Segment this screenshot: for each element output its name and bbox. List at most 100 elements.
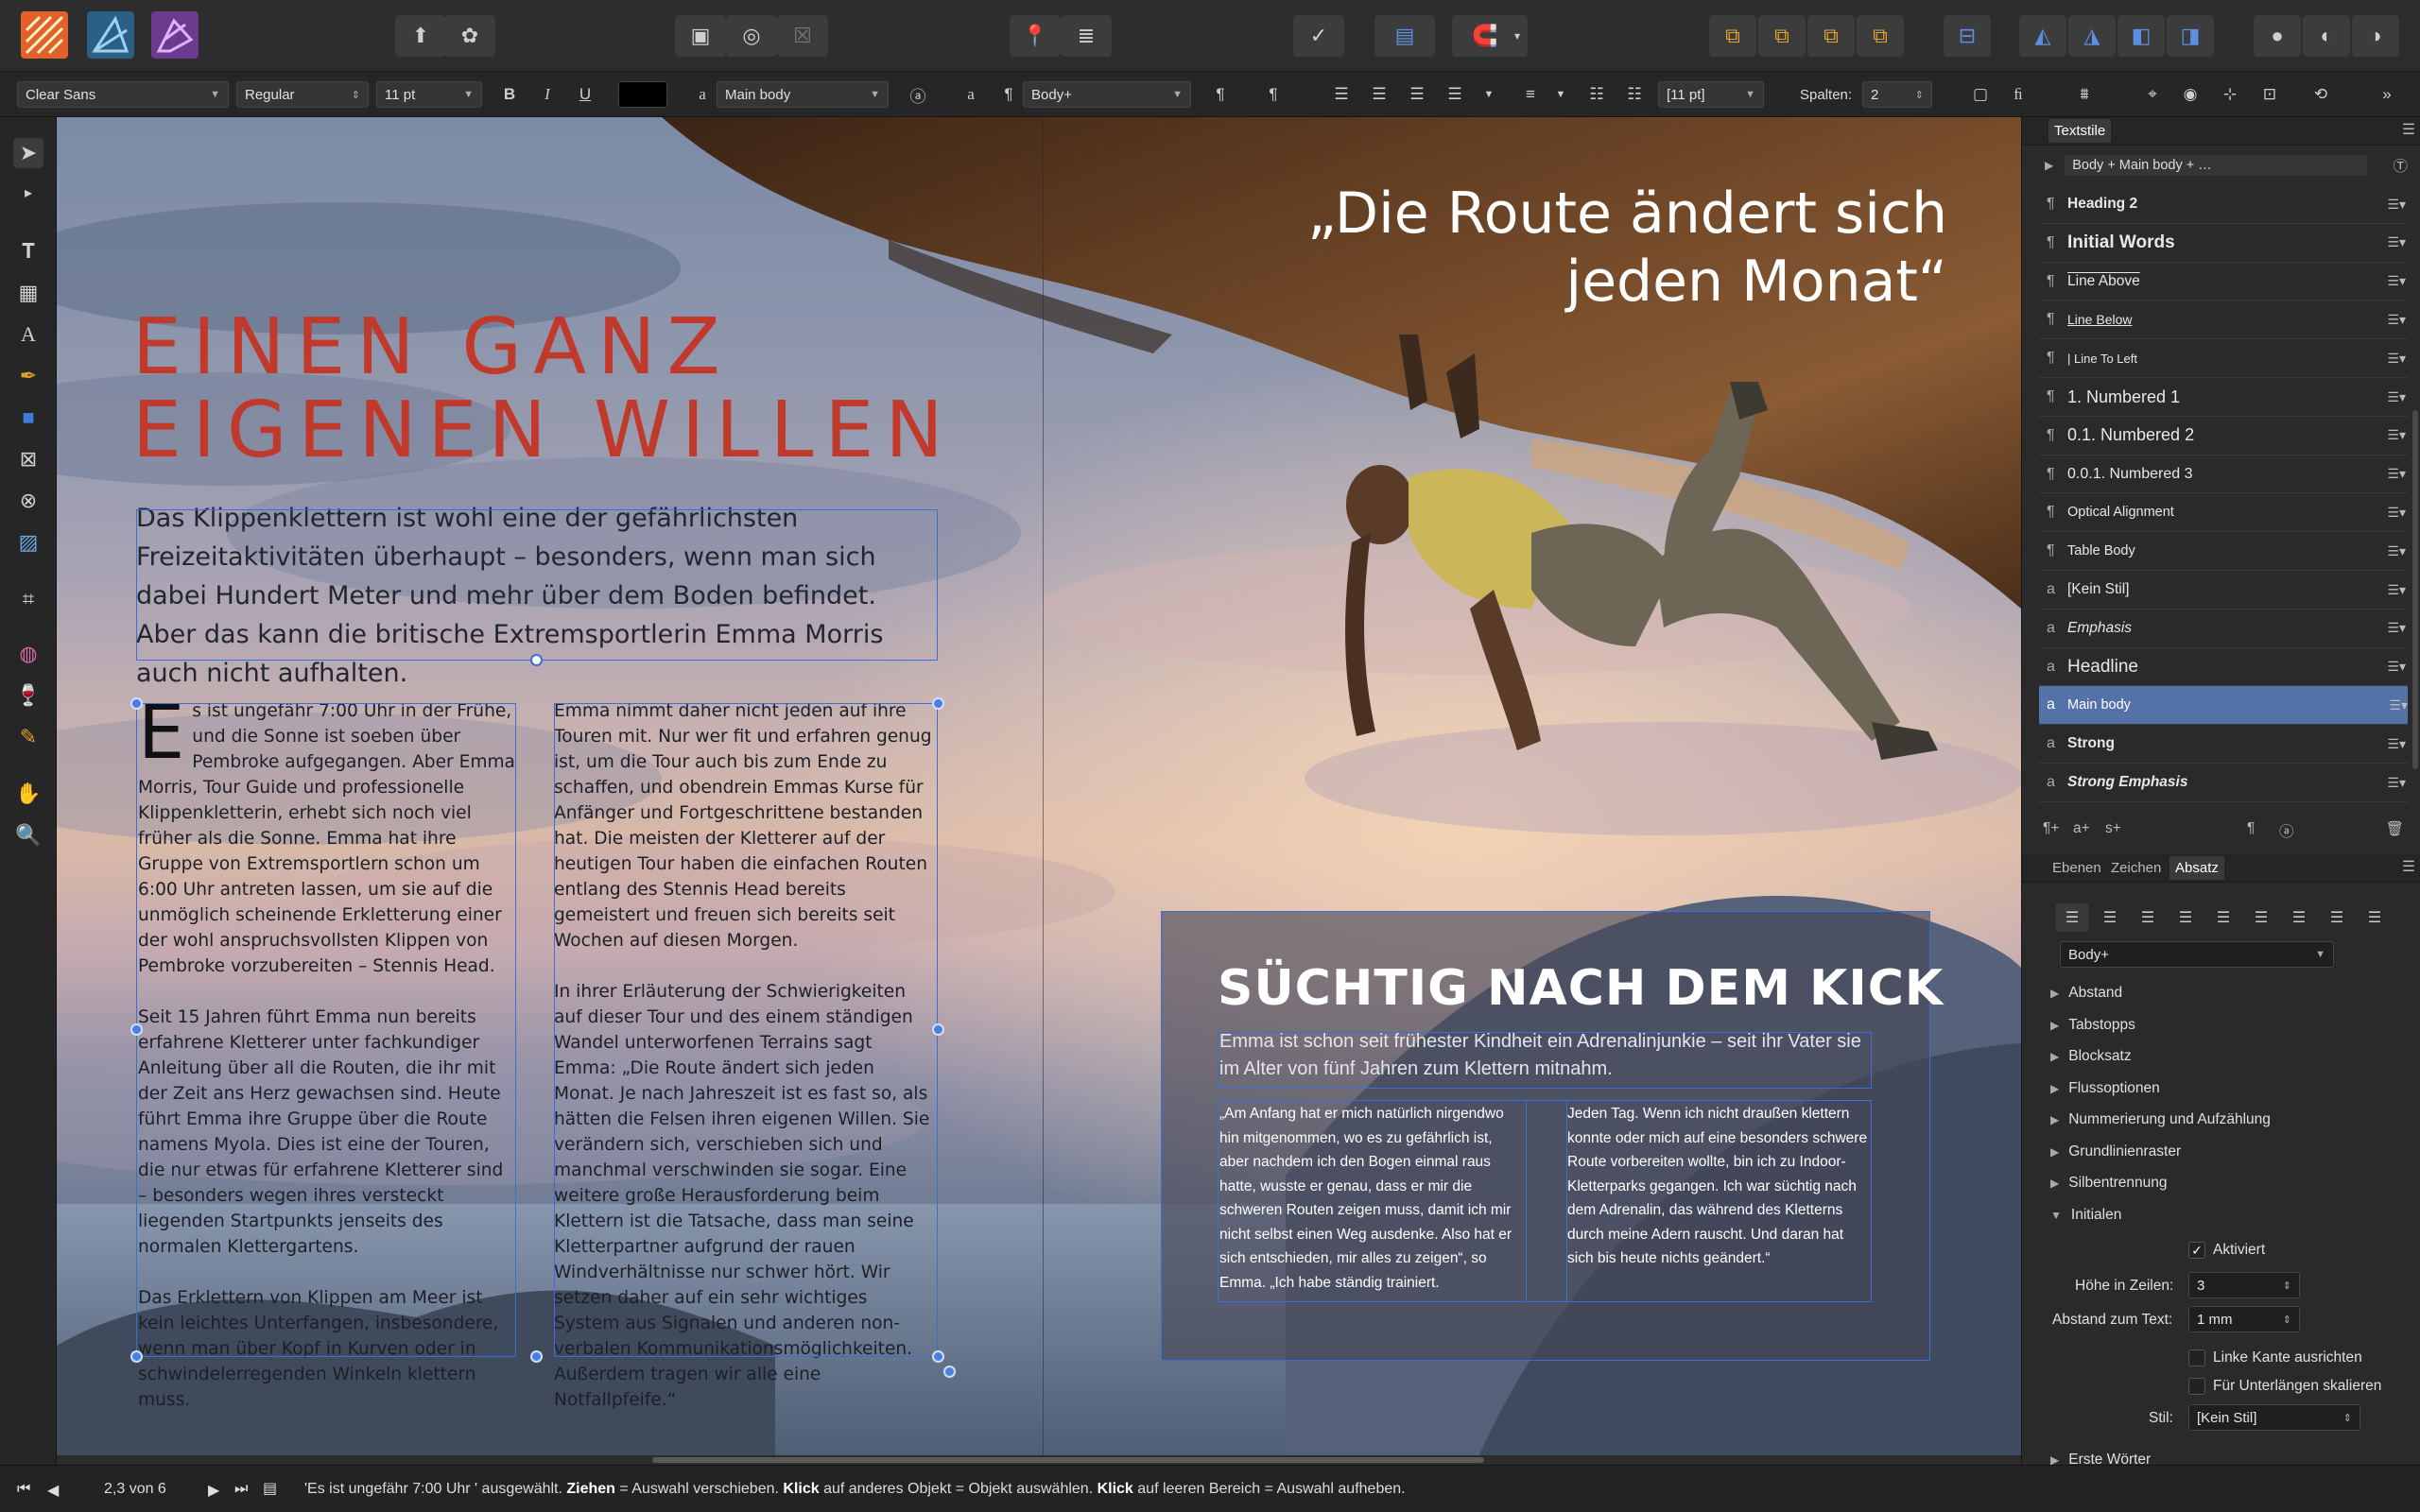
section-row[interactable]: ▶ Blocksatz xyxy=(2050,1048,2132,1065)
rotate-left-button[interactable]: ◧ xyxy=(2118,15,2165,57)
rotate-icon[interactable]: ⟲ xyxy=(2307,81,2335,108)
style-row[interactable]: ¶ | Line To Left ☰▾ xyxy=(2047,339,2406,377)
next-page-button[interactable]: ▶ xyxy=(208,1481,219,1500)
paragraph-style-dropdown[interactable]: Body+ ▼ xyxy=(2060,941,2334,968)
section-row[interactable]: ▶ Abstand xyxy=(2050,985,2122,1002)
text-style-icon[interactable]: Ⓣ xyxy=(2393,155,2408,176)
resize-handle[interactable] xyxy=(932,697,944,710)
resize-handle[interactable] xyxy=(932,1023,944,1036)
lead-text-frame[interactable] xyxy=(136,509,938,661)
view-mode-button[interactable]: ▣ xyxy=(675,15,726,57)
pull-quote[interactable]: „Die Route ändert sich jeden Monat“ xyxy=(1286,180,1947,316)
align-spine-button[interactable]: ☰ xyxy=(2321,903,2353,932)
section-row[interactable]: ▶ Silbentrennung xyxy=(2050,1175,2168,1192)
apply-char-style-button[interactable]: ⓐ xyxy=(904,81,932,108)
preview-button[interactable]: ◎ xyxy=(726,15,777,57)
prev-page-button[interactable]: ◀ xyxy=(47,1481,59,1500)
hand-tool-icon[interactable]: ✋ xyxy=(13,779,43,809)
font-family-select[interactable]: Clear Sans ▼ xyxy=(17,81,229,108)
style-row[interactable]: ¶ 1. Numbered 1 ☰▾ xyxy=(2047,378,2406,416)
new-para-style-icon[interactable]: ¶+ xyxy=(2043,820,2059,837)
document-canvas[interactable]: EINEN GANZ EIGENEN WILLEN Das Klippenkle… xyxy=(57,117,2021,1465)
style-row[interactable]: ¶ 0.0.1. Numbered 3 ☰▾ xyxy=(2047,455,2406,493)
publisher-persona-icon[interactable] xyxy=(21,11,68,59)
align-center-button[interactable]: ☰ xyxy=(2094,903,2126,932)
pages-icon[interactable]: ▤ xyxy=(263,1479,277,1498)
boolean-subtract-button[interactable]: ◐ xyxy=(2303,15,2350,57)
justify-left-button[interactable]: ☰ xyxy=(2169,903,2202,932)
pin-button[interactable]: 📍 xyxy=(1010,15,1061,57)
transform-icon[interactable]: ⊹ xyxy=(2216,81,2244,108)
close-preview-button[interactable]: ☒ xyxy=(777,15,828,57)
abstand-field[interactable]: 1 mm ⇕ xyxy=(2188,1306,2300,1332)
pen-tool-icon[interactable]: ✒ xyxy=(13,361,43,391)
horizontal-scrollbar[interactable] xyxy=(57,1455,2021,1465)
style-menu-icon[interactable]: ☰▾ xyxy=(2387,389,2406,405)
style-menu-icon[interactable]: ☰▾ xyxy=(2387,312,2406,328)
apply-para-style-button[interactable]: ¶ xyxy=(1206,81,1235,108)
section-row[interactable]: ▶ Tabstopps xyxy=(2050,1017,2135,1034)
align-button[interactable]: ⊟ xyxy=(1944,15,1991,57)
aktiviert-checkbox[interactable]: ✓ xyxy=(2188,1242,2205,1259)
style-row[interactable]: ¶ Initial Words ☰▾ xyxy=(2047,224,2406,262)
panel-menu-icon[interactable]: ☰ xyxy=(2402,121,2415,139)
align-center-icon[interactable]: ☰ xyxy=(1365,81,1393,108)
arrange-forward-button[interactable]: ⧉ xyxy=(1807,15,1855,57)
boolean-add-button[interactable]: ● xyxy=(2254,15,2301,57)
align-left-icon[interactable]: ☰ xyxy=(1327,81,1356,108)
style-menu-icon[interactable]: ☰▾ xyxy=(2387,427,2406,443)
new-char-style-icon[interactable]: a+ xyxy=(2073,820,2090,837)
font-size-field[interactable]: 11 pt ▼ xyxy=(376,81,482,108)
numbered-list-icon[interactable]: ☷ xyxy=(1620,81,1649,108)
eyedropper-tool-icon[interactable]: ✎ xyxy=(13,722,43,752)
place-image-tool-icon[interactable]: ▨ xyxy=(13,527,43,558)
style-menu-icon[interactable]: ☰▾ xyxy=(2387,351,2406,367)
align-left-button[interactable]: ☰ xyxy=(2056,903,2088,932)
align-from-spine-button[interactable]: ☰ xyxy=(2359,903,2391,932)
rectangle-tool-icon[interactable]: ■ xyxy=(13,403,43,433)
hoehe-field[interactable]: 3 ⇕ xyxy=(2188,1272,2300,1298)
justify-icon[interactable]: ☰ xyxy=(1441,81,1469,108)
linke-kante-checkbox[interactable] xyxy=(2188,1349,2205,1366)
frame-text-icon[interactable]: ▢ xyxy=(1966,81,1995,108)
style-row[interactable]: a Main body ☰▾ xyxy=(2039,686,2408,725)
section-row[interactable]: ▶ Grundlinienraster xyxy=(2050,1143,2181,1160)
picture-frame-rectangle-icon[interactable]: ⊠ xyxy=(13,444,43,474)
tab-zeichen[interactable]: Zeichen xyxy=(2107,860,2165,876)
style-row[interactable]: ¶ Optical Alignment ☰▾ xyxy=(2047,493,2406,531)
text-wrap-button[interactable]: ≣ xyxy=(1061,15,1112,57)
align-right-button[interactable]: ☰ xyxy=(2132,903,2164,932)
paragraph-style-select[interactable]: Body+ ▼ xyxy=(1023,81,1191,108)
apply-para-icon[interactable]: ¶ xyxy=(2247,820,2255,837)
last-page-button[interactable]: ⏭ xyxy=(234,1481,248,1498)
columns-field[interactable]: 2 ⇕ xyxy=(1862,81,1932,108)
style-row[interactable]: a Emphasis ☰▾ xyxy=(2047,610,2406,647)
view-icon[interactable]: ◉ xyxy=(2176,81,2204,108)
sidebar-heading[interactable]: SÜCHTIG NACH DEM KICK xyxy=(1218,960,1944,1017)
color-picker-wheel-icon[interactable]: ◍ xyxy=(13,639,43,669)
section-row[interactable]: ▶ Nummerierung und Aufzählung xyxy=(2050,1111,2271,1128)
resize-handle[interactable] xyxy=(932,1350,944,1363)
align-right-icon[interactable]: ☰ xyxy=(1403,81,1431,108)
style-row[interactable]: a Strong ☰▾ xyxy=(2047,725,2406,763)
style-row[interactable]: ¶ Line Above ☰▾ xyxy=(2047,263,2406,301)
style-menu-icon[interactable]: ☰▾ xyxy=(2387,234,2406,250)
style-menu-icon[interactable]: ☰▾ xyxy=(2387,582,2406,598)
baseline-grid-button[interactable]: ▤ xyxy=(1374,15,1435,57)
arrange-backward-button[interactable]: ⧉ xyxy=(1758,15,1806,57)
leading-field[interactable]: [11 pt] ▼ xyxy=(1658,81,1764,108)
style-menu-icon[interactable]: ☰▾ xyxy=(2387,273,2406,289)
font-style-select[interactable]: Regular ⇕ xyxy=(236,81,369,108)
crop-tool-icon[interactable]: ⌗ xyxy=(13,584,43,614)
assets-button[interactable]: ✿ xyxy=(444,15,495,57)
unterlaengen-checkbox[interactable] xyxy=(2188,1378,2205,1395)
text-color-swatch[interactable] xyxy=(618,81,667,108)
flip-horizontal-button[interactable]: ◭ xyxy=(2019,15,2066,57)
style-menu-icon[interactable]: ☰▾ xyxy=(2387,543,2406,559)
style-row[interactable]: ¶ Heading 2 ☰▾ xyxy=(2047,185,2406,223)
body-text-frame-col1[interactable] xyxy=(136,703,516,1357)
new-group-style-icon[interactable]: s+ xyxy=(2105,820,2121,837)
resize-handle[interactable] xyxy=(130,1350,143,1363)
node-tool-icon[interactable]: ▸ xyxy=(13,178,43,208)
zoom-tool-icon[interactable]: 🔍 xyxy=(13,820,43,850)
